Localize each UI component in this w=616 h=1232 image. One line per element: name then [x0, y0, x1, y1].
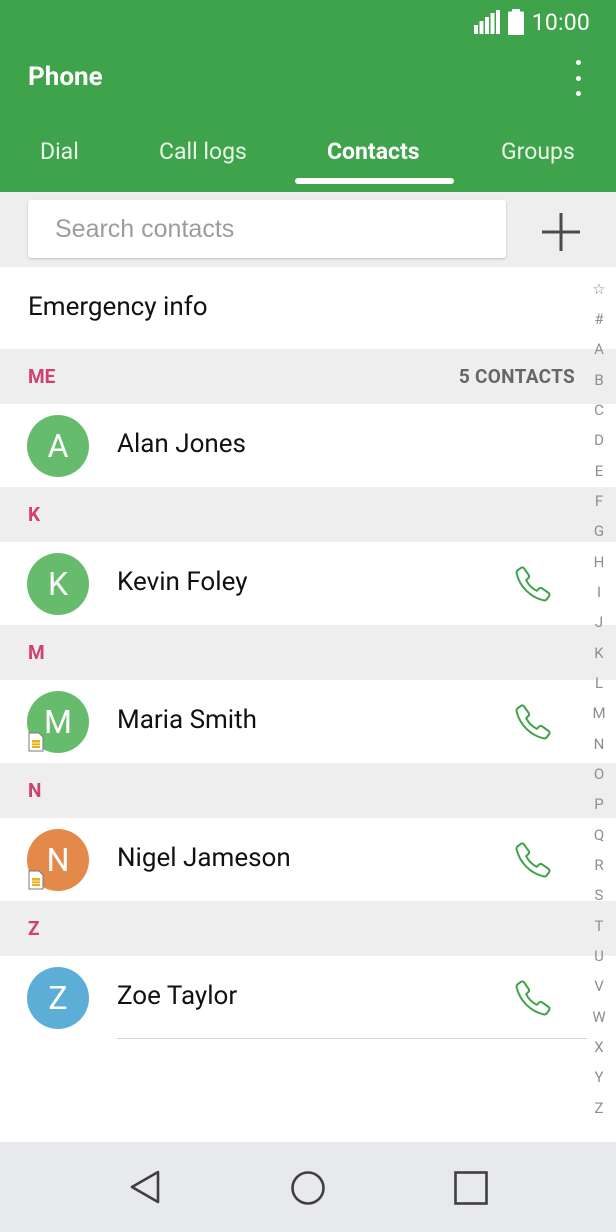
section-letter: K [28, 503, 41, 526]
tab-bar: Dial Call logs Contacts Groups [0, 128, 616, 192]
tab-dial[interactable]: Dial [40, 138, 79, 165]
emergency-info-label: Emergency info [28, 292, 208, 322]
section-letter: ME [28, 365, 56, 388]
index-letter[interactable]: U [588, 947, 610, 965]
index-letter[interactable]: W [588, 1008, 610, 1026]
section-header-k: K [0, 487, 616, 542]
contacts-count: 5 CONTACTS [458, 365, 575, 388]
tab-groups[interactable]: Groups [501, 138, 575, 165]
index-letter[interactable]: P [588, 795, 610, 813]
contact-name: Kevin Foley [117, 567, 248, 597]
index-letter[interactable]: A [588, 340, 610, 358]
section-header-m: M [0, 625, 616, 680]
index-letter[interactable]: D [588, 431, 610, 449]
tab-contacts[interactable]: Contacts [327, 138, 420, 165]
contact-name: Nigel Jameson [117, 843, 291, 873]
recents-icon[interactable] [453, 1170, 489, 1206]
contact-row-kevin-foley[interactable]: K Kevin Foley [0, 542, 616, 625]
contact-name: Maria Smith [117, 705, 257, 735]
contact-row-zoe-taylor[interactable]: Z Zoe Taylor [0, 956, 616, 1039]
contact-row-nigel-jameson[interactable]: N Nigel Jameson [0, 818, 616, 901]
app-bar: 10:00 Phone Dial Call logs Contacts Grou… [0, 0, 616, 192]
call-icon[interactable] [513, 564, 553, 604]
plus-icon[interactable] [539, 210, 583, 254]
index-letter[interactable]: K [588, 644, 610, 662]
index-letter[interactable]: B [588, 371, 610, 389]
call-icon[interactable] [513, 978, 553, 1018]
section-header-me: ME 5 CONTACTS [0, 349, 616, 404]
section-letter: Z [28, 917, 40, 940]
call-icon[interactable] [513, 702, 553, 742]
index-letter[interactable]: X [588, 1038, 610, 1056]
section-header-n: N [0, 763, 616, 818]
signal-icon [473, 10, 500, 34]
index-letter[interactable]: C [588, 401, 610, 419]
index-letter[interactable]: O [588, 765, 610, 783]
index-letter[interactable]: M [588, 704, 610, 722]
search-input[interactable] [28, 200, 506, 258]
active-tab-indicator [295, 178, 454, 184]
index-letter[interactable]: J [588, 613, 610, 631]
contact-row-maria-smith[interactable]: M Maria Smith [0, 680, 616, 763]
avatar: K [27, 553, 89, 615]
search-row [0, 192, 616, 267]
index-letter[interactable]: Q [588, 826, 610, 844]
index-letter[interactable]: F [588, 492, 610, 510]
section-letter: M [28, 641, 45, 664]
index-letter[interactable]: ☆ [588, 280, 610, 298]
section-header-z: Z [0, 901, 616, 956]
status-bar: 10:00 [473, 8, 590, 36]
avatar: A [27, 415, 89, 477]
contact-name: Alan Jones [117, 429, 246, 459]
search-box [28, 200, 506, 258]
section-letter: N [28, 779, 42, 802]
index-letter[interactable]: R [588, 856, 610, 874]
list-divider [117, 1038, 587, 1039]
index-letter[interactable]: E [588, 462, 610, 480]
contact-name: Zoe Taylor [117, 981, 238, 1011]
home-icon[interactable] [290, 1170, 326, 1206]
index-letter[interactable]: I [588, 583, 610, 601]
tab-call-logs[interactable]: Call logs [159, 138, 247, 165]
sim-card-icon [28, 870, 44, 890]
back-icon[interactable] [128, 1169, 162, 1205]
index-letter[interactable]: V [588, 977, 610, 995]
call-icon[interactable] [513, 840, 553, 880]
index-letter[interactable]: G [588, 522, 610, 540]
emergency-info-row[interactable]: Emergency info [0, 267, 616, 349]
status-time: 10:00 [531, 8, 590, 36]
index-letter[interactable]: Z [588, 1099, 610, 1117]
index-letter[interactable]: N [588, 735, 610, 753]
index-letter[interactable]: Y [588, 1068, 610, 1086]
more-vert-icon[interactable] [566, 60, 590, 96]
index-letter[interactable]: # [588, 310, 610, 328]
sim-card-icon [28, 732, 44, 752]
index-letter[interactable]: T [588, 917, 610, 935]
system-nav-bar [0, 1142, 616, 1232]
index-letter[interactable]: H [588, 553, 610, 571]
avatar: Z [27, 967, 89, 1029]
contact-row-alan-jones[interactable]: A Alan Jones [0, 404, 616, 487]
index-letter[interactable]: S [588, 886, 610, 904]
page-title: Phone [28, 62, 103, 92]
index-letter[interactable]: L [588, 674, 610, 692]
battery-icon [507, 9, 524, 35]
